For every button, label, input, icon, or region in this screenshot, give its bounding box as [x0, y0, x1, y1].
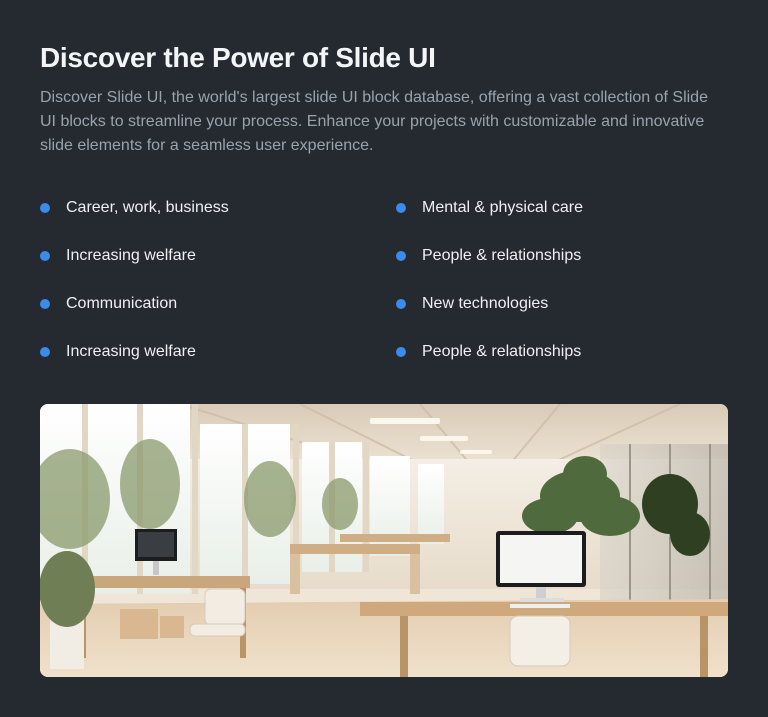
feature-label: New technologies [422, 295, 549, 312]
feature-label: Increasing welfare [66, 247, 196, 264]
bullet-dot-icon [396, 251, 406, 261]
feature-item: People & relationships [396, 244, 728, 268]
section-title: Discover the Power of Slide UI [40, 42, 436, 73]
feature-item: People & relationships [396, 340, 728, 364]
feature-list: Career, work, business Mental & physical… [40, 196, 728, 388]
office-illustration [40, 404, 728, 677]
bullet-dot-icon [40, 203, 50, 213]
feature-item: New technologies [396, 292, 728, 316]
bullet-dot-icon [396, 203, 406, 213]
feature-label: Communication [66, 295, 178, 312]
bullet-dot-icon [40, 299, 50, 309]
feature-label: Increasing welfare [66, 343, 196, 360]
feature-label: People & relationships [422, 247, 582, 264]
bullet-dot-icon [40, 251, 50, 261]
feature-item: Career, work, business [40, 196, 396, 220]
office-photo [40, 404, 728, 677]
bullet-dot-icon [40, 347, 50, 357]
feature-item: Increasing welfare [40, 244, 396, 268]
bullet-dot-icon [396, 299, 406, 309]
bullet-dot-icon [396, 347, 406, 357]
feature-label: Mental & physical care [422, 199, 583, 216]
feature-label: People & relationships [422, 343, 582, 360]
feature-item: Communication [40, 292, 396, 316]
section-description: Discover Slide UI, the world's largest s… [40, 89, 708, 154]
feature-section: Discover the Power of Slide UI Discover … [40, 40, 728, 677]
feature-item: Mental & physical care [396, 196, 728, 220]
feature-item: Increasing welfare [40, 340, 396, 364]
feature-label: Career, work, business [66, 199, 229, 216]
